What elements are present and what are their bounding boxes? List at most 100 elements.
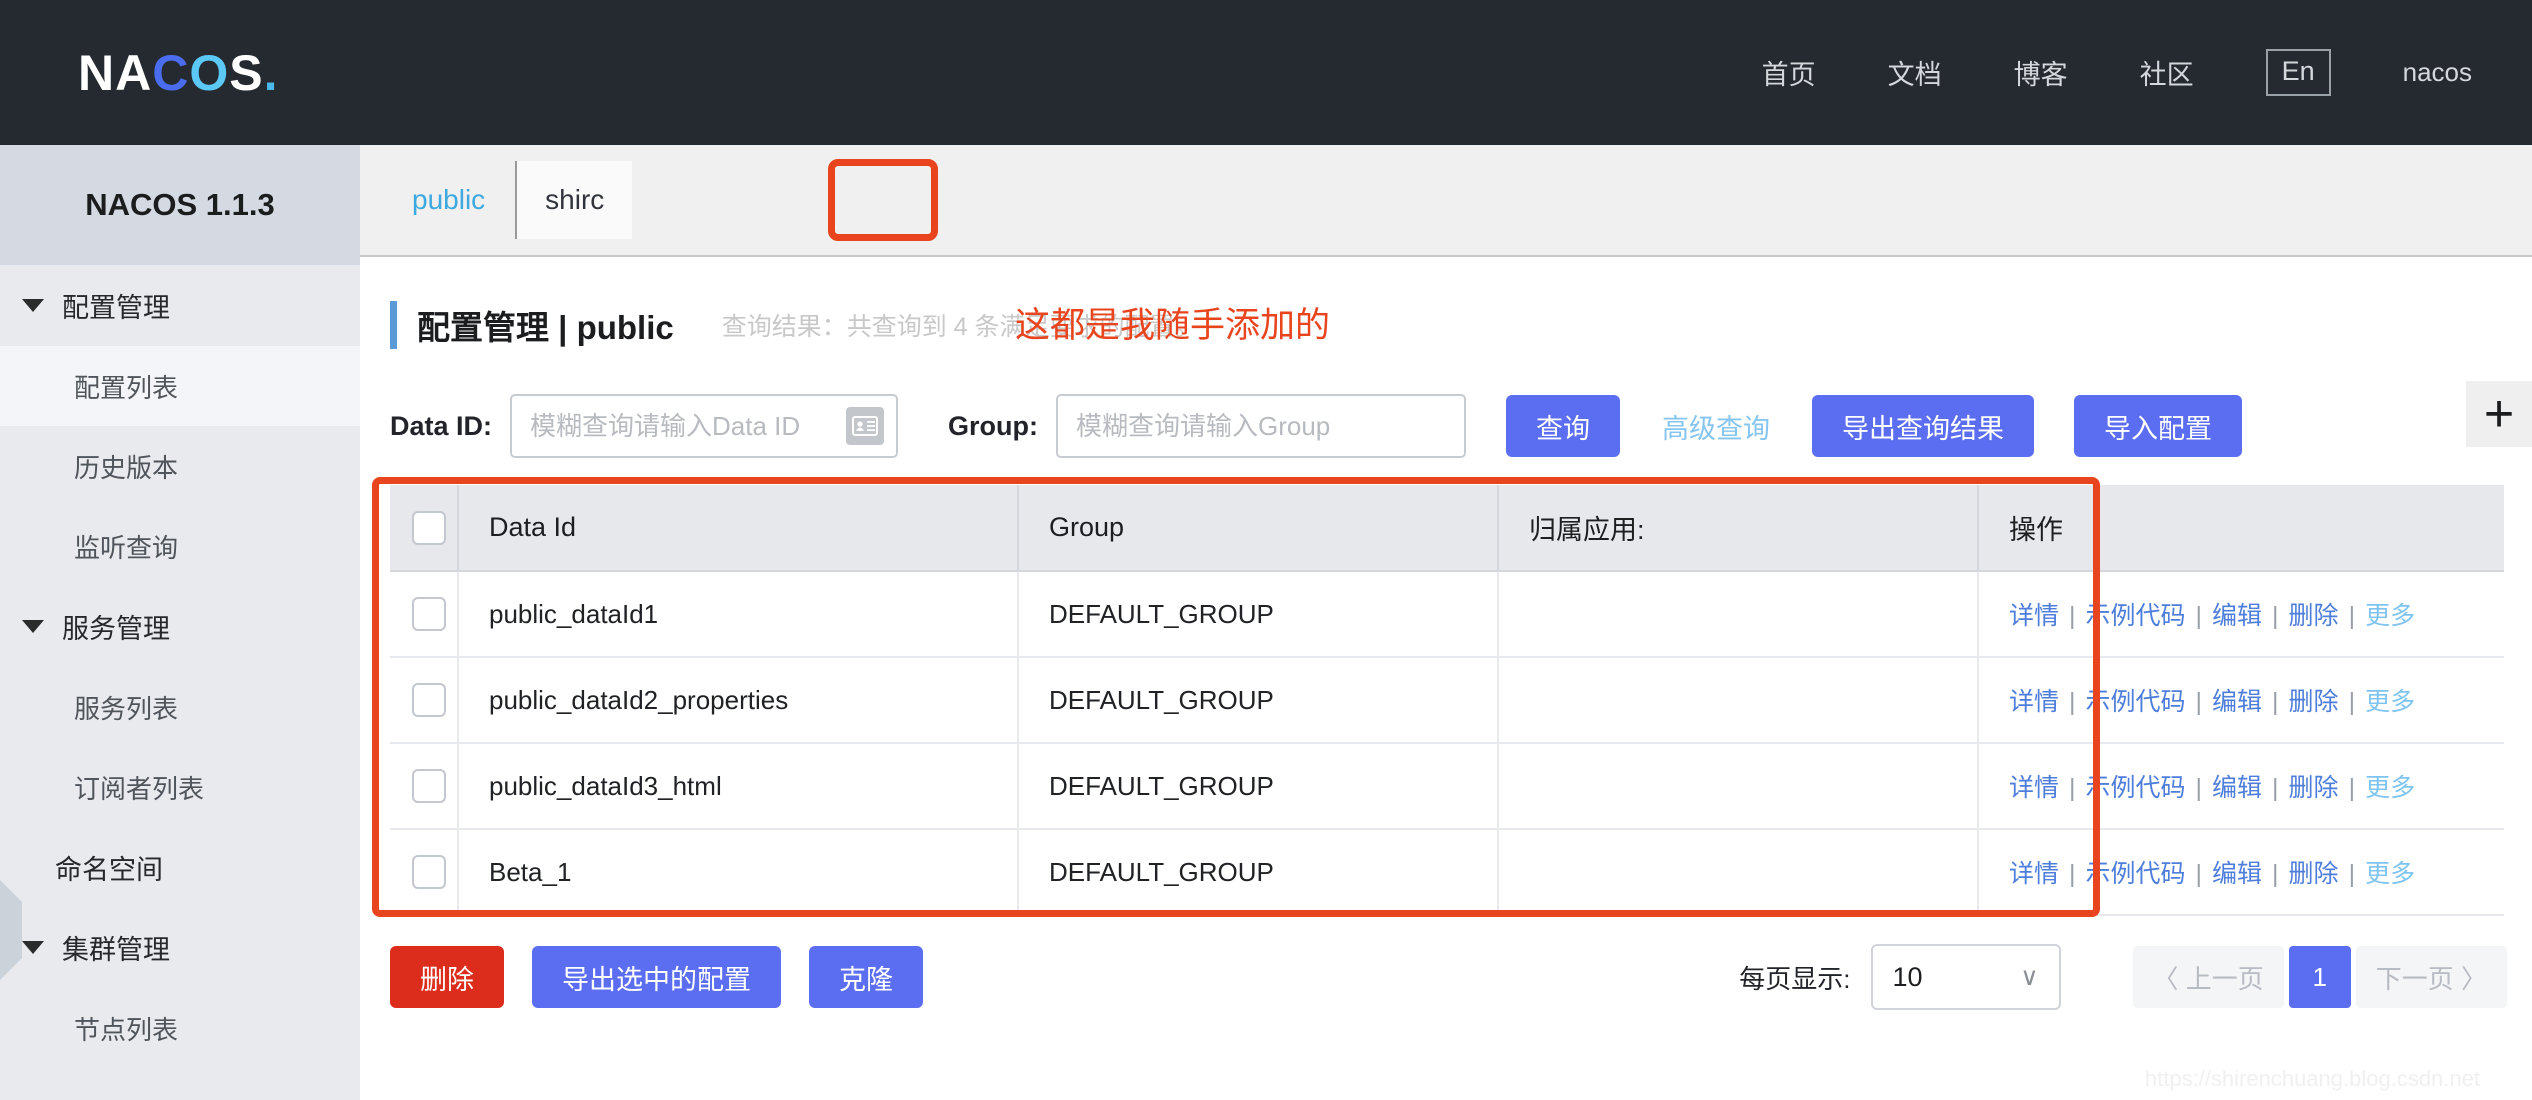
table-row: public_dataId3_html DEFAULT_GROUP 详情 | 示例代… xyxy=(390,743,2504,830)
nav-links: 首页 文档 博客 社区 En nacos xyxy=(1762,49,2472,96)
column-app: 归属应用: xyxy=(1498,485,1979,572)
sidebar-item-namespace[interactable]: 命名空间 xyxy=(0,827,360,907)
action-separator: | xyxy=(2195,774,2203,802)
group-label: Group: xyxy=(948,410,1038,441)
action-separator: | xyxy=(2069,602,2076,630)
delete-button[interactable]: 删除 xyxy=(390,946,504,1008)
sidebar-item-service-list[interactable]: 服务列表 xyxy=(0,667,360,747)
dataid-label: Data ID: xyxy=(390,410,493,441)
cell-group: DEFAULT_GROUP xyxy=(1018,829,1499,916)
sidebar-group-cluster-management[interactable]: 集群管理 xyxy=(0,907,360,988)
action-sample-code[interactable]: 示例代码 xyxy=(2086,860,2186,888)
cell-actions: 详情 | 示例代码 | 编辑 | 删除 | 更多 xyxy=(1978,829,2504,916)
action-sample-code[interactable]: 示例代码 xyxy=(2086,688,2186,716)
sidebar-item-subscriber-list[interactable]: 订阅者列表 xyxy=(0,747,360,827)
page-header: 配置管理 | public 查询结果：共查询到 4 条满足要求的配置。 这都是我… xyxy=(360,295,2532,355)
action-separator: | xyxy=(2195,860,2203,888)
action-edit[interactable]: 编辑 xyxy=(2212,688,2262,716)
select-all-checkbox[interactable] xyxy=(412,510,446,545)
export-query-result-button[interactable]: 导出查询结果 xyxy=(1812,395,2034,457)
action-separator: | xyxy=(2069,860,2076,888)
nav-item-blog[interactable]: 博客 xyxy=(2014,53,2068,92)
sidebar-group-config-management[interactable]: 配置管理 xyxy=(0,265,360,346)
sidebar-item-label: 订阅者列表 xyxy=(74,773,205,804)
row-checkbox[interactable] xyxy=(412,855,446,889)
sidebar-item-listener-query[interactable]: 监听查询 xyxy=(0,506,360,586)
action-separator: | xyxy=(2348,688,2356,716)
action-separator: | xyxy=(2195,688,2203,716)
column-group: Group xyxy=(1018,485,1499,572)
action-edit[interactable]: 编辑 xyxy=(2212,602,2262,630)
advanced-query-link[interactable]: 高级查询 xyxy=(1662,407,1770,446)
action-more[interactable]: 更多 xyxy=(2365,602,2415,630)
cell-app xyxy=(1498,829,1979,916)
row-checkbox[interactable] xyxy=(412,769,446,803)
cell-actions: 详情 | 示例代码 | 编辑 | 删除 | 更多 xyxy=(1978,571,2504,658)
cell-actions: 详情 | 示例代码 | 编辑 | 删除 | 更多 xyxy=(1978,743,2504,830)
nav-item-home[interactable]: 首页 xyxy=(1762,53,1816,92)
sidebar-item-node-list[interactable]: 节点列表 xyxy=(0,988,360,1068)
action-delete[interactable]: 删除 xyxy=(2289,688,2339,716)
nacos-logo[interactable]: NACOS. xyxy=(78,48,279,98)
namespace-tab-shirc[interactable]: shirc xyxy=(515,161,633,239)
namespace-tab-bar: public shirc xyxy=(360,145,2532,257)
action-more[interactable]: 更多 xyxy=(2365,860,2415,888)
table-header-row: Data Id Group 归属应用: 操作 xyxy=(390,485,2504,572)
row-checkbox[interactable] xyxy=(412,597,446,631)
table-row: Beta_1 DEFAULT_GROUP 详情 | 示例代码 | 编辑 | 删除 | 更多 xyxy=(390,829,2504,916)
prev-page-button[interactable]: 〈 上一页 xyxy=(2132,946,2284,1008)
action-edit[interactable]: 编辑 xyxy=(2212,860,2262,888)
action-separator: | xyxy=(2272,688,2279,716)
action-detail[interactable]: 详情 xyxy=(2009,688,2059,716)
action-sample-code[interactable]: 示例代码 xyxy=(2086,602,2186,630)
sidebar-group-service-management[interactable]: 服务管理 xyxy=(0,586,360,667)
plus-icon: + xyxy=(2483,384,2515,443)
language-switch-button[interactable]: En xyxy=(2265,49,2331,96)
export-selected-button[interactable]: 导出选中的配置 xyxy=(532,946,781,1008)
table-row: public_dataId2_properties DEFAULT_GROUP … xyxy=(390,657,2504,744)
page-number-1[interactable]: 1 xyxy=(2288,946,2351,1008)
query-button[interactable]: 查询 xyxy=(1506,395,1620,457)
nav-item-docs[interactable]: 文档 xyxy=(1888,53,1942,92)
action-separator: | xyxy=(2272,774,2279,802)
idcard-icon[interactable] xyxy=(846,407,885,445)
clone-button[interactable]: 克隆 xyxy=(809,946,923,1008)
pagination: 每页显示: 10 ∨ 〈 上一页 1 下一页 〉 xyxy=(1739,944,2512,1010)
cell-group: DEFAULT_GROUP xyxy=(1018,571,1499,658)
table-body: public_dataId1 DEFAULT_GROUP 详情 | 示例代码 | 编辑 |… xyxy=(390,571,2504,916)
per-page-select[interactable]: 10 ∨ xyxy=(1870,944,2061,1010)
column-actions: 操作 xyxy=(1978,485,2504,572)
next-page-button[interactable]: 下一页 〉 xyxy=(2355,946,2507,1008)
import-config-button[interactable]: 导入配置 xyxy=(2074,395,2242,457)
action-detail[interactable]: 详情 xyxy=(2009,774,2059,802)
namespace-tab-public[interactable]: public xyxy=(390,184,507,216)
chevron-down-icon xyxy=(22,299,44,312)
row-select-cell xyxy=(390,657,459,744)
dataid-input[interactable] xyxy=(510,394,899,458)
action-edit[interactable]: 编辑 xyxy=(2212,774,2262,802)
chevron-down-icon: ∨ xyxy=(2020,963,2039,991)
sidebar-item-history-versions[interactable]: 历史版本 xyxy=(0,426,360,506)
action-separator: | xyxy=(2348,774,2356,802)
nav-item-community[interactable]: 社区 xyxy=(2140,53,2194,92)
action-sample-code[interactable]: 示例代码 xyxy=(2086,774,2186,802)
action-delete[interactable]: 删除 xyxy=(2289,860,2339,888)
row-checkbox[interactable] xyxy=(412,683,446,717)
config-table: Data Id Group 归属应用: 操作 public_dataId1 DE… xyxy=(390,485,2504,916)
title-accent-bar xyxy=(390,301,397,349)
action-more[interactable]: 更多 xyxy=(2365,774,2415,802)
sidebar-item-label: 服务列表 xyxy=(74,693,179,724)
sidebar-item-label: 命名空间 xyxy=(55,854,163,885)
add-config-button[interactable]: + xyxy=(2466,381,2532,447)
user-menu[interactable]: nacos xyxy=(2403,57,2472,88)
action-detail[interactable]: 详情 xyxy=(2009,602,2059,630)
action-more[interactable]: 更多 xyxy=(2365,688,2415,716)
action-detail[interactable]: 详情 xyxy=(2009,860,2059,888)
table-row: public_dataId1 DEFAULT_GROUP 详情 | 示例代码 | 编辑 |… xyxy=(390,571,2504,658)
group-input[interactable] xyxy=(1056,394,1466,458)
sidebar-item-config-list[interactable]: 配置列表 xyxy=(0,346,360,426)
row-select-cell xyxy=(390,743,459,830)
cell-group: DEFAULT_GROUP xyxy=(1018,743,1499,830)
action-delete[interactable]: 删除 xyxy=(2289,602,2339,630)
action-delete[interactable]: 删除 xyxy=(2289,774,2339,802)
